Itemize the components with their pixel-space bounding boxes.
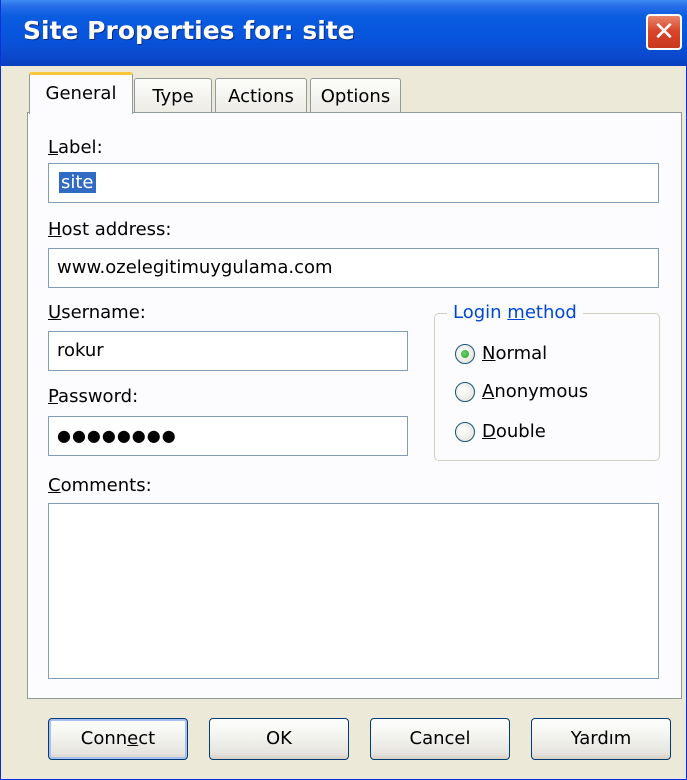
ok-button[interactable]: OK bbox=[209, 718, 349, 760]
title-bar[interactable]: Site Properties for: site ✕ bbox=[1, 0, 687, 66]
tab-actions[interactable]: Actions bbox=[215, 78, 307, 113]
host-address-value: www.ozelegitimuygulama.com bbox=[57, 257, 333, 278]
password-masked-value: ●●●●●●●● bbox=[57, 426, 177, 445]
tab-general-label: General bbox=[45, 83, 117, 104]
radio-normal-indicator[interactable] bbox=[455, 344, 475, 364]
host-address-input[interactable]: www.ozelegitimuygulama.com bbox=[48, 248, 659, 288]
connect-button[interactable]: Connect bbox=[48, 718, 188, 760]
comments-caption: Comments: bbox=[48, 475, 152, 496]
site-properties-dialog: Site Properties for: site ✕ General Type… bbox=[0, 0, 687, 780]
label-input[interactable]: site bbox=[48, 163, 659, 203]
tab-options[interactable]: Options bbox=[310, 78, 401, 113]
help-button[interactable]: Yardım bbox=[531, 718, 671, 760]
host-address-caption: Host address: bbox=[48, 219, 172, 240]
tab-options-label: Options bbox=[320, 86, 391, 107]
radio-anonymous-label: Anonymous bbox=[482, 381, 589, 402]
close-icon: ✕ bbox=[653, 17, 675, 47]
username-caption: Username: bbox=[48, 302, 146, 323]
username-value: rokur bbox=[57, 340, 104, 361]
tab-type-label: Type bbox=[152, 86, 194, 107]
label-field-caption: Label: bbox=[48, 137, 103, 158]
login-method-group: Login method Normal Anonymous Double bbox=[434, 302, 660, 461]
window-title: Site Properties for: site bbox=[23, 16, 355, 45]
radio-double-label: Double bbox=[482, 421, 546, 442]
comments-textarea[interactable] bbox=[48, 503, 659, 679]
tab-type[interactable]: Type bbox=[134, 78, 212, 113]
close-button[interactable]: ✕ bbox=[646, 14, 682, 50]
general-tab-panel: Label: site Host address: www.ozelegitim… bbox=[27, 112, 682, 699]
tab-general[interactable]: General bbox=[29, 72, 133, 114]
login-method-legend: Login method bbox=[447, 302, 583, 323]
password-caption: Password: bbox=[48, 386, 139, 407]
radio-normal-label: Normal bbox=[482, 343, 548, 364]
tab-actions-label: Actions bbox=[228, 86, 294, 107]
radio-selected-dot bbox=[461, 350, 469, 358]
radio-anonymous-indicator[interactable] bbox=[455, 382, 475, 402]
radio-double-indicator[interactable] bbox=[455, 422, 475, 442]
username-input[interactable]: rokur bbox=[48, 331, 408, 371]
cancel-button[interactable]: Cancel bbox=[370, 718, 510, 760]
label-input-selected-text: site bbox=[59, 172, 96, 193]
password-input[interactable]: ●●●●●●●● bbox=[48, 416, 408, 456]
